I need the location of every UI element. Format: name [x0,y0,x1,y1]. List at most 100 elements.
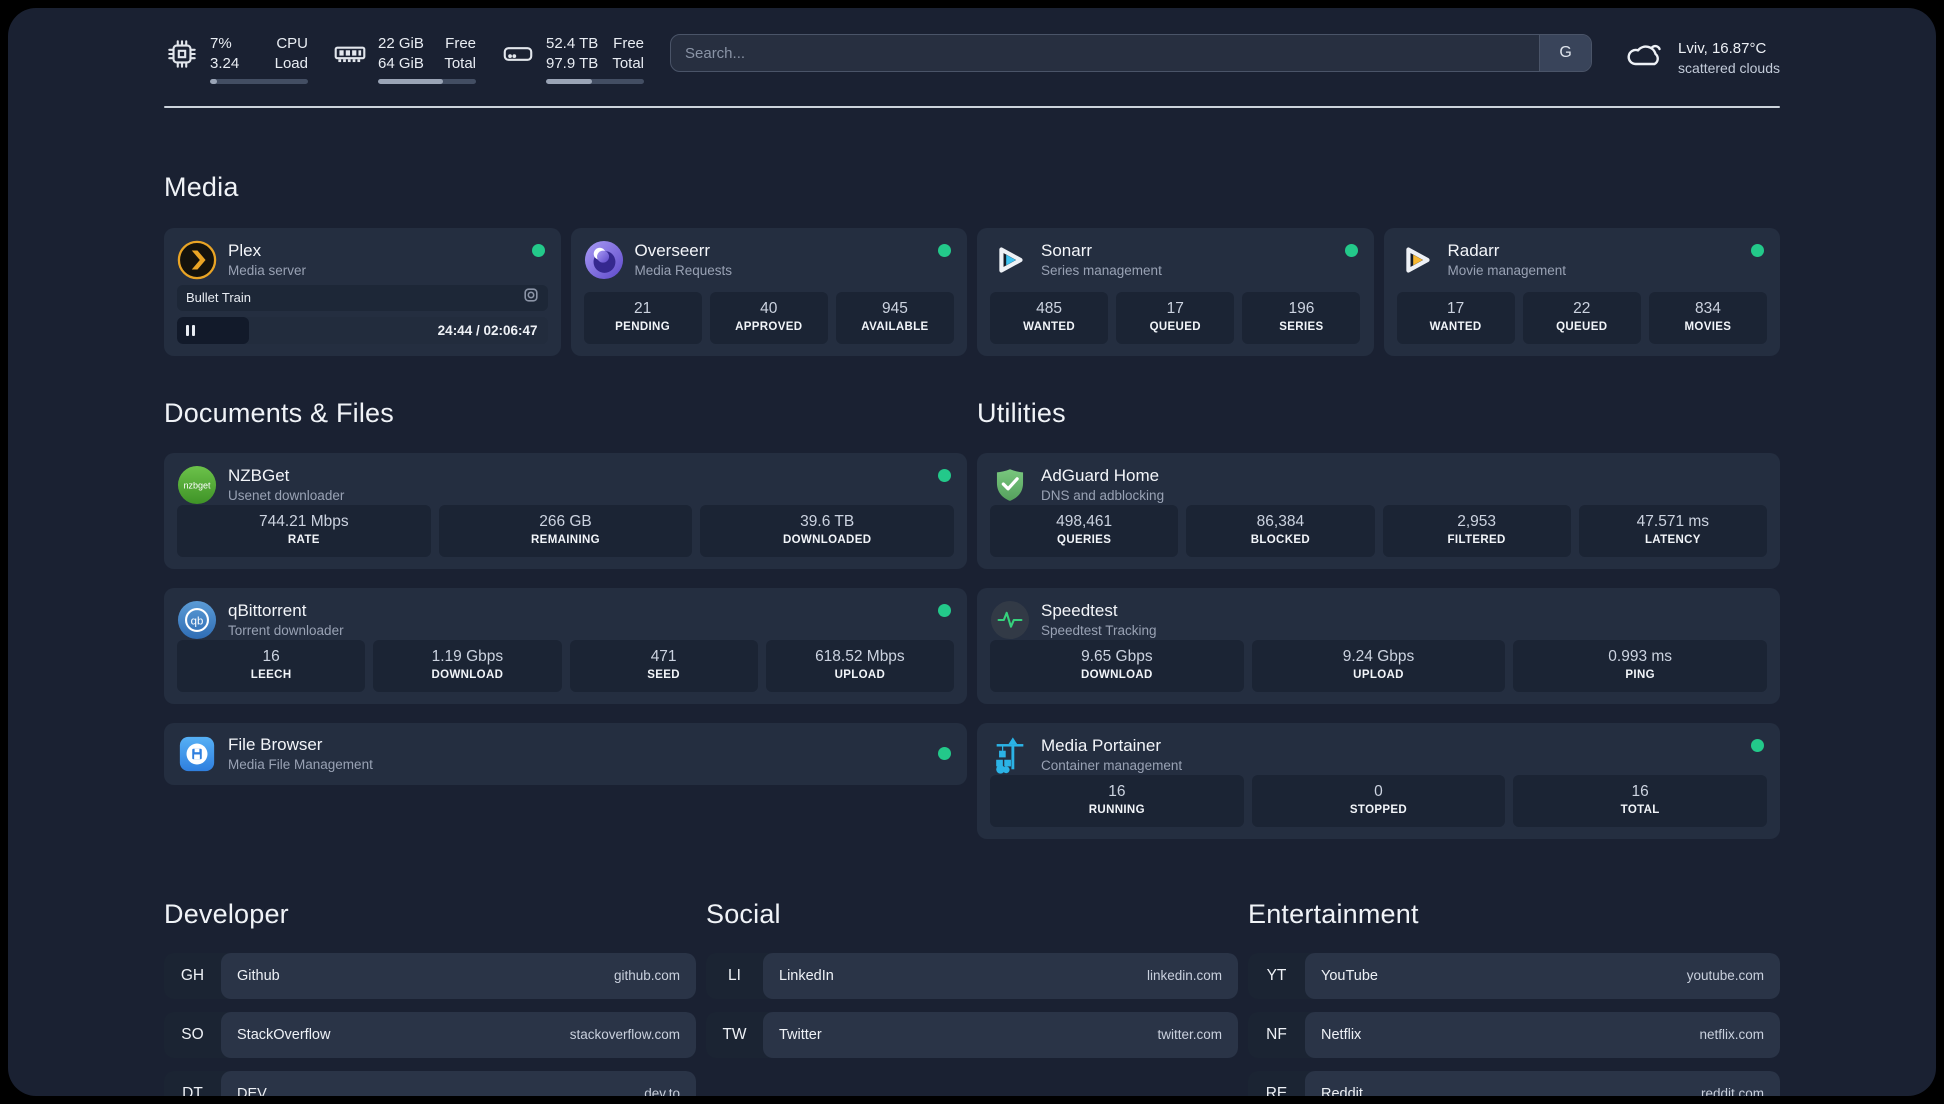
memory-total-value: 64 GiB [378,54,424,72]
status-dot [531,243,545,257]
bookmark-twitter[interactable]: TW Twitter twitter.com [706,1011,1238,1058]
disk-icon [500,36,536,72]
resource-widgets: 7% 3.24 CPU Load 22 GiB 64 GiB Free Tota… [164,34,644,84]
bookmark-dev[interactable]: DT DEV dev.to [164,1070,696,1096]
now-playing-row: Bullet Train [177,284,548,311]
stat-remaining: 266 GB REMAINING [438,505,693,557]
topbar-divider [164,105,1780,108]
adguard-icon [990,465,1030,505]
stat-stopped: 0 STOPPED [1251,775,1506,827]
cpu-widget: 7% 3.24 CPU Load [164,34,308,84]
cpu-load-value: 3.24 [210,54,240,72]
radarr-icon [1397,240,1437,280]
bookmark-url: netflix.com [1699,1027,1764,1043]
card-title: Overseerr [634,240,711,260]
bookmark-abbr: YT [1266,966,1287,984]
card-subtitle: Torrent downloader [228,622,344,638]
disk-free-value: 52.4 TB [546,35,599,52]
status-dot [1344,243,1358,257]
status-dot [938,603,951,617]
card-nzbget[interactable]: nzbget NZBGet Usenet downloader 744.21 M… [164,452,967,569]
stat-wanted: 17 WANTED [1396,292,1515,344]
search-provider-button[interactable]: G [1539,35,1592,71]
disk-widget: 52.4 TB 97.9 TB Free Total [500,34,644,84]
bookmark-name: Twitter [779,1026,822,1043]
bookmark-name: LinkedIn [779,967,834,984]
card-plex[interactable]: Plex Media server Bullet Train 24:44 / 0… [164,227,561,356]
disk-total-value: 97.9 TB [546,54,599,72]
card-radarr[interactable]: Radarr Movie management 17 WANTED 22 QUEUE… [1383,227,1780,356]
stat-download: 9.65 Gbps DOWNLOAD [990,640,1244,692]
card-speedtest[interactable]: Speedtest Speedtest Tracking 9.65 Gbps DO… [977,587,1780,704]
bookmark-abbr: GH [180,966,205,984]
cpu-icon [164,36,200,72]
bookmark-abbr: SO [181,1025,204,1043]
section-documents: Documents & Files nzbget NZBGet Usenet d… [164,398,967,839]
card-title: qBittorrent [228,600,307,620]
card-title: Media Portainer [1041,735,1162,755]
bookmark-url: youtube.com [1686,968,1764,984]
bookmark-abbr: TW [722,1025,747,1043]
stat-upload: 618.52 Mbps UPLOAD [765,640,954,692]
bookmark-abbr: DT [182,1084,203,1096]
playback-progress-bar: 24:44 / 02:06:47 [177,316,548,344]
now-playing-title: Bullet Train [186,290,252,306]
card-subtitle: Series management [1041,262,1162,278]
bookmark-youtube[interactable]: YT YouTube youtube.com [1248,952,1780,999]
card-title: AdGuard Home [1041,465,1160,485]
section-media: Media Plex Media server Bullet Train 24:… [164,172,1780,356]
card-qbittorrent[interactable]: qb qBittorrent Torrent downloader 16 LEEC… [164,587,967,704]
card-sonarr[interactable]: Sonarr Series management 485 WANTED 17 QUE… [977,227,1374,356]
disk-progress-bar [546,78,644,84]
card-filebrowser[interactable]: File Browser Media File Management [164,722,967,785]
card-title: Speedtest [1041,600,1118,620]
bookmark-stackoverflow[interactable]: SO StackOverflow stackoverflow.com [164,1011,696,1058]
stat-rate: 744.21 Mbps RATE [177,505,431,557]
weather-widget: Lviv, 16.87°C scattered clouds [1622,34,1780,83]
card-adguard[interactable]: AdGuard Home DNS and adblocking 498,461 Q… [977,452,1780,569]
section-title-social: Social [706,898,781,929]
stat-ping: 0.993 ms PING [1513,640,1767,692]
stat-latency: 47.571 ms LATENCY [1578,505,1767,557]
card-title: File Browser [228,734,323,754]
stat-pending: 21 PENDING [583,292,702,344]
status-dot [938,243,951,257]
bookmark-name: DEV [237,1085,267,1096]
bookmark-name: YouTube [1321,967,1378,984]
cpu-usage-value: 7% [210,35,232,52]
bookmark-linkedin[interactable]: LI LinkedIn linkedin.com [706,952,1238,999]
bookmark-github[interactable]: GH Github github.com [164,952,696,999]
section-social: Social LI LinkedIn linkedin.com TW Twitte… [706,899,1238,1096]
search-input[interactable] [671,35,1540,71]
memory-widget: 22 GiB 64 GiB Free Total [332,34,476,84]
svg-text:qb: qb [191,615,204,627]
bookmark-netflix[interactable]: NF Netflix netflix.com [1248,1011,1780,1058]
card-portainer[interactable]: Media Portainer Container management 16 R… [977,722,1780,839]
card-overseerr[interactable]: Overseerr Media Requests 21 PENDING 40 APP… [570,227,967,356]
bookmark-url: github.com [613,968,680,984]
portainer-icon [990,735,1030,775]
stat-total: 16 TOTAL [1513,775,1767,827]
stat-available: 945 AVAILABLE [835,292,954,344]
section-title-documents: Documents & Files [164,397,394,428]
cloud-icon [1622,34,1666,83]
pause-icon [186,324,195,336]
card-subtitle: Movie management [1447,262,1567,278]
bookmark-url: twitter.com [1157,1027,1222,1043]
bookmark-url: linkedin.com [1146,968,1222,984]
bookmark-name: Netflix [1321,1026,1362,1043]
card-subtitle: Media server [228,262,307,278]
bookmark-abbr: NF [1266,1025,1287,1043]
bookmark-name: Reddit [1321,1085,1363,1096]
stat-series: 196 SERIES [1242,292,1361,344]
bookmark-abbr: RE [1265,1084,1288,1096]
bookmark-reddit[interactable]: RE Reddit reddit.com [1248,1070,1780,1096]
card-subtitle: DNS and adblocking [1041,487,1165,503]
section-entertainment: Entertainment YT YouTube youtube.com NF N… [1248,899,1780,1096]
overseerr-icon [584,240,624,280]
status-dot [1751,243,1764,257]
bookmark-abbr: LI [728,966,741,984]
card-title: Radarr [1447,240,1500,260]
disk-total-label: Total [612,54,644,72]
status-dot [938,468,951,482]
